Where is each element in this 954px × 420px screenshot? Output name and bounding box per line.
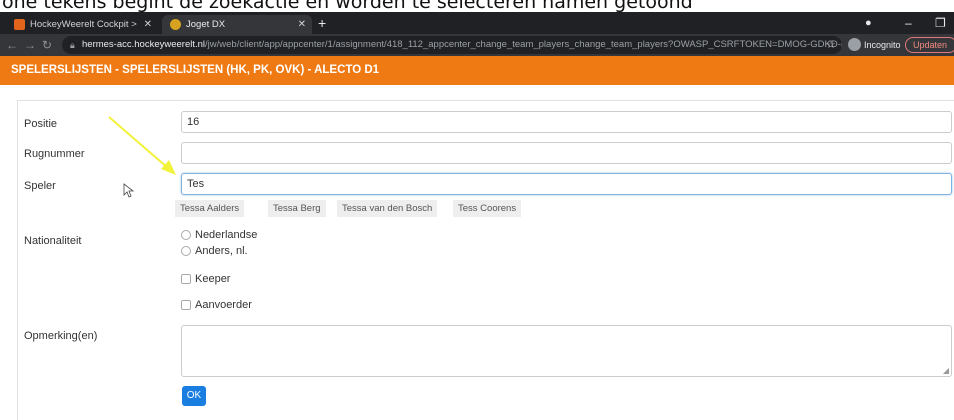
option-label: Anders, nl.	[195, 245, 248, 257]
lock-icon: 🔒︎	[70, 40, 75, 50]
reload-icon[interactable]: ↻	[42, 36, 52, 54]
aanvoerder-label: Aanvoerder	[195, 299, 252, 311]
incognito-label: Incognito	[864, 40, 901, 50]
nationaliteit-option-nederlandse[interactable]: Nederlandse	[181, 229, 257, 242]
rugnummer-input[interactable]	[181, 142, 952, 164]
positie-input[interactable]: 16	[181, 111, 952, 133]
keeper-label: Keeper	[195, 273, 231, 285]
tab-title: Joget DX	[186, 19, 226, 30]
close-icon[interactable]: ✕	[298, 15, 306, 34]
joget-icon	[170, 19, 181, 30]
plus-icon[interactable]: +	[318, 14, 326, 32]
radio-button[interactable]	[181, 246, 191, 256]
url-path: /jw/web/client/app/appcenter/1/assignmen…	[205, 39, 842, 50]
speler-label: Speler	[24, 180, 56, 192]
aanvoerder-checkbox[interactable]: Aanvoerder	[181, 299, 252, 312]
nationaliteit-option-anders[interactable]: Anders, nl.	[181, 245, 248, 258]
minimize-icon[interactable]: –	[905, 14, 912, 32]
opmerking-textarea[interactable]: ◢	[181, 325, 952, 377]
keeper-checkbox[interactable]: Keeper	[181, 273, 230, 286]
opmerking-label: Opmerking(en)	[24, 330, 98, 342]
speler-input[interactable]: Tes	[181, 173, 952, 195]
address-bar-row: ← → ↻ 🔒︎ hermes-acc.hockeyweerelt.nl/jw/…	[0, 34, 954, 56]
shield-icon	[14, 19, 25, 30]
player-suggestion[interactable]: Tessa Berg	[268, 200, 326, 217]
update-button[interactable]: Updaten	[905, 37, 954, 53]
player-suggestion[interactable]: Tessa van den Bosch	[337, 200, 438, 217]
back-icon[interactable]: ←	[6, 36, 18, 54]
restore-icon[interactable]: ❐	[935, 14, 946, 32]
incognito-indicator[interactable]: Incognito	[848, 36, 901, 54]
close-icon[interactable]: ✕	[144, 15, 152, 34]
tab-title: HockeyWeerelt Cockpit > Hocke	[30, 19, 140, 30]
ok-button[interactable]: OK	[182, 386, 206, 406]
resize-grip-icon[interactable]: ◢	[943, 367, 949, 375]
checkbox[interactable]	[181, 274, 191, 284]
star-icon[interactable]: ☆	[826, 36, 836, 54]
player-suggestion[interactable]: Tess Coorens	[453, 200, 522, 217]
browser-tab-cockpit[interactable]: HockeyWeerelt Cockpit > Hocke ✕	[6, 15, 158, 34]
forward-icon[interactable]: →	[24, 36, 36, 54]
radio-button[interactable]	[181, 230, 191, 240]
option-label: Nederlandse	[195, 229, 258, 241]
checkbox[interactable]	[181, 300, 191, 310]
page-title: SPELERSLIJSTEN - SPELERSLIJSTEN (HK, PK,…	[0, 56, 954, 85]
nationaliteit-label: Nationaliteit	[24, 235, 82, 247]
profile-icon[interactable]: ●	[865, 14, 872, 32]
browser-tab-joget[interactable]: Joget DX ✕	[162, 15, 312, 34]
mouse-cursor-icon	[123, 183, 135, 198]
address-bar[interactable]: 🔒︎ hermes-acc.hockeyweerelt.nl/jw/web/cl…	[62, 36, 842, 54]
url-host: hermes-acc.hockeyweerelt.nl	[82, 39, 206, 50]
rugnummer-label: Rugnummer	[24, 148, 85, 160]
positie-label: Positie	[24, 118, 58, 130]
browser-tab-bar: HockeyWeerelt Cockpit > Hocke ✕ Joget DX…	[0, 12, 954, 34]
incognito-icon	[848, 38, 861, 51]
player-suggestion[interactable]: Tessa Aalders	[175, 200, 245, 217]
